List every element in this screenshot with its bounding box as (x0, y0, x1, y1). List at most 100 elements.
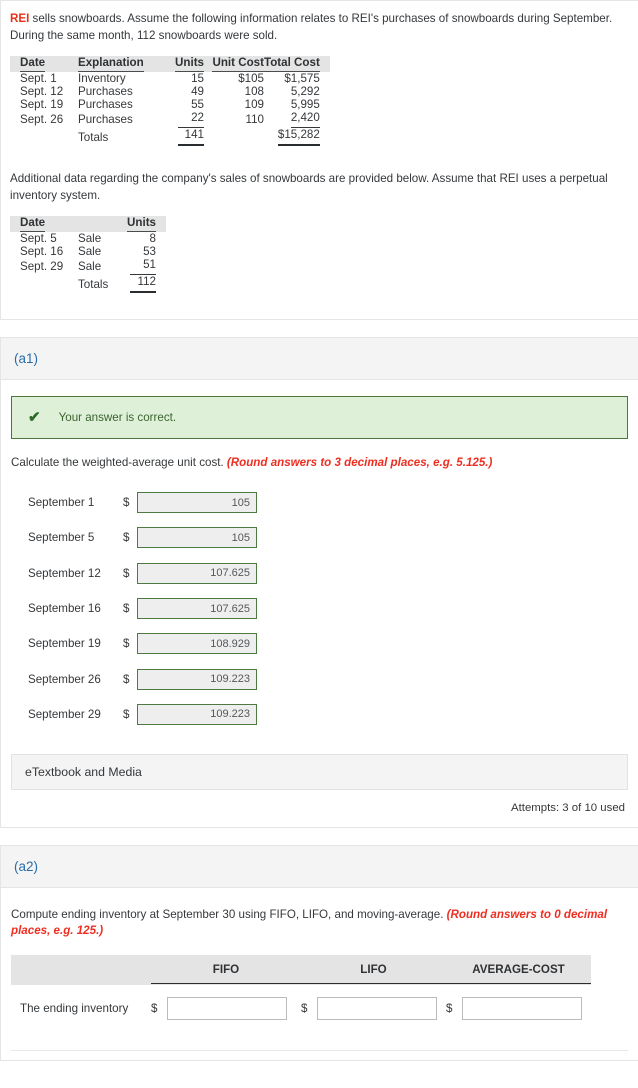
card-bottom-spacer (1, 293, 638, 319)
header-unit-cost: Unit Cost (204, 56, 264, 72)
cell-total-cost: 5,292 (290, 85, 320, 98)
purchases-table-header-row: Date Explanation Units Unit Cost Total C… (10, 56, 330, 72)
answer-label: September 26 (28, 672, 101, 686)
table-row: Sept. 5 Sale 8 (10, 232, 166, 245)
intro-paragraph-1-text: sells snowboards. Assume the following i… (10, 12, 613, 42)
cell-unit-cost: 110 (245, 113, 264, 126)
answer-row: September 19 $ (1, 626, 638, 661)
answer-row: September 16 $ (1, 591, 638, 626)
header-units: Units (160, 56, 204, 72)
header-total-cost: Total Cost (264, 56, 330, 72)
cell-date: Sept. 1 (20, 72, 57, 85)
currency-symbol: $ (123, 707, 130, 721)
status-badge-correct: ✔ Your answer is correct. (11, 396, 628, 439)
sales-table-header-row: Date Units (10, 216, 166, 232)
cell-lifo: $ (301, 985, 446, 1032)
answer-input-september-29[interactable] (137, 703, 257, 725)
answer-label: September 19 (28, 637, 101, 651)
answer-input-september-12[interactable] (137, 562, 257, 584)
cell-explanation: Purchases (78, 85, 133, 98)
header-fifo: FIFO (151, 955, 301, 986)
intro-paragraph-1: REI sells snowboards. Assume the followi… (1, 1, 638, 44)
currency-symbol: $ (123, 531, 130, 545)
table-row: Sept. 26 Purchases 22 110 2,420 (10, 111, 330, 128)
cell-date: Sept. 19 (20, 98, 64, 111)
answer-row: September 1 $ (1, 485, 638, 520)
part-a2-card: (a2) Compute ending inventory at Septemb… (0, 845, 638, 1062)
table-row: Sept. 1 Inventory 15 $105 $1,575 (10, 72, 330, 85)
answer-label: September 29 (28, 707, 101, 721)
table-row: Sept. 16 Sale 53 (10, 245, 166, 258)
cell-total-cost: 5,995 (290, 98, 320, 111)
table-row: Sept. 29 Sale 51 (10, 258, 166, 275)
header-explanation: Explanation (78, 56, 160, 72)
header-lifo: LIFO (301, 955, 446, 986)
cell-total-cost: $1,575 (284, 72, 320, 85)
header-average-cost: AVERAGE-COST (446, 955, 591, 986)
cell-explanation: Sale (78, 232, 102, 245)
currency-symbol: $ (123, 602, 130, 616)
card-gap (0, 320, 638, 337)
table-row: Sept. 12 Purchases 49 108 5,292 (10, 85, 330, 98)
cell-date: Sept. 29 (20, 260, 64, 273)
cell-date: Sept. 12 (20, 85, 64, 98)
cell-units: 8 (149, 232, 156, 245)
header-blank (78, 216, 124, 232)
cell-units: 15 (191, 72, 204, 85)
ending-inventory-input-lifo[interactable] (317, 997, 437, 1021)
answer-input-september-16[interactable] (137, 598, 257, 620)
cell-unit-cost: $105 (238, 72, 264, 85)
ending-inventory-table: FIFO LIFO AVERAGE-COST The ending invent… (11, 955, 591, 1032)
cell-date: Sept. 26 (20, 113, 64, 126)
cell-explanation: Sale (78, 245, 102, 258)
answer-input-september-19[interactable] (137, 633, 257, 655)
etextbook-and-media-button[interactable]: eTextbook and Media (11, 754, 628, 791)
cell-total-cost: 2,420 (264, 111, 330, 128)
purchases-table: Date Explanation Units Unit Cost Total C… (10, 56, 330, 146)
ending-inventory-input-fifo[interactable] (167, 997, 287, 1021)
cell-units: 22 (160, 111, 204, 128)
header-blank (11, 955, 151, 986)
header-date: Date (10, 56, 78, 72)
cell-units: 49 (191, 85, 204, 98)
cell-totals-label: Totals (78, 277, 109, 291)
ending-inventory-table-wrap: FIFO LIFO AVERAGE-COST The ending invent… (1, 939, 638, 1032)
cell-empty (204, 128, 264, 146)
card-gap (0, 828, 638, 846)
answer-input-september-26[interactable] (137, 668, 257, 690)
answer-label: September 5 (28, 531, 95, 545)
header-units: Units (124, 216, 166, 232)
prompt-text: Compute ending inventory at September 30… (11, 908, 447, 922)
question-data-card: REI sells snowboards. Assume the followi… (0, 0, 638, 320)
cell-units: 53 (143, 245, 156, 258)
sales-totals-row: Totals 112 (10, 275, 166, 293)
currency-symbol: $ (123, 496, 130, 510)
cell-totals-label: Totals (78, 130, 109, 144)
answer-input-september-5[interactable] (137, 527, 257, 549)
currency-symbol: $ (123, 637, 130, 651)
cell-explanation: Inventory (78, 72, 126, 85)
answer-label: September 1 (28, 496, 95, 510)
table-row: Sept. 19 Purchases 55 109 5,995 (10, 98, 330, 111)
cell-fifo: $ (151, 985, 301, 1032)
answer-row: September 26 $ (1, 661, 638, 696)
cell-date: Sept. 16 (20, 245, 64, 258)
answer-label: September 12 (28, 566, 101, 580)
alert-text: Your answer is correct. (58, 411, 177, 424)
header-date: Date (10, 216, 78, 232)
answer-row: September 12 $ (1, 556, 638, 591)
cell-units: 55 (191, 98, 204, 111)
cell-empty (10, 275, 78, 293)
part-a1-prompt: Calculate the weighted-average unit cost… (1, 439, 638, 471)
sales-table: Date Units Sept. 5 Sale 8 Sept. 16 Sale … (10, 216, 166, 293)
cell-explanation: Sale (78, 260, 102, 273)
cell-unit-cost: 109 (244, 98, 264, 111)
ending-inventory-input-average-cost[interactable] (462, 997, 582, 1021)
answer-row: September 29 $ (1, 697, 638, 732)
purchases-totals-row: Totals 141 $15,282 (10, 128, 330, 146)
part-a1-card: (a1) ✔ Your answer is correct. Calculate… (0, 337, 638, 829)
cell-empty (10, 128, 78, 146)
cell-unit-cost: 108 (244, 85, 264, 98)
cell-totals-units: 141 (160, 128, 204, 146)
answer-input-september-1[interactable] (137, 492, 257, 514)
